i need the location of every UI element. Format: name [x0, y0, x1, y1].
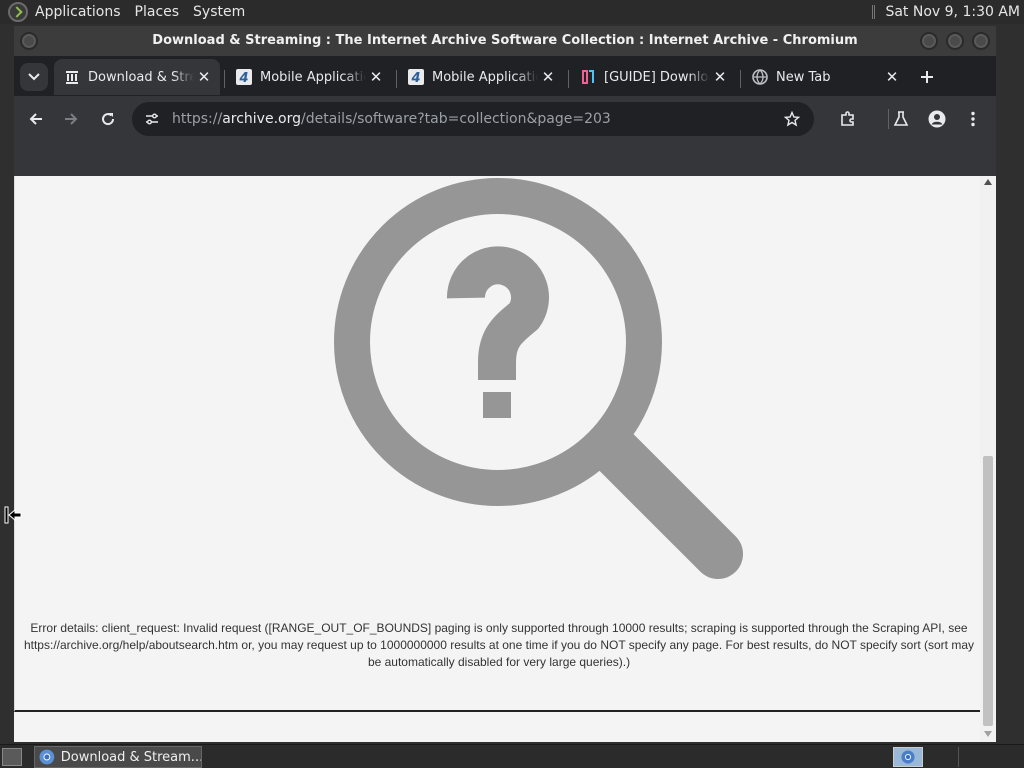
tab-divider	[568, 70, 569, 88]
avatar-icon	[928, 110, 946, 128]
svg-text:4: 4	[238, 71, 248, 85]
scroll-up-arrow[interactable]	[984, 179, 992, 185]
clock[interactable]: Sat Nov 9, 1:30 AM	[872, 0, 1020, 24]
top-panel: Applications Places System Sat Nov 9, 1:…	[0, 0, 1024, 24]
bookmark-star-icon[interactable]	[782, 109, 802, 129]
browser-toolbar: https://archive.org/details/software?tab…	[14, 96, 996, 142]
reload-icon	[102, 113, 115, 126]
tab-mobile-applications-1[interactable]: 4 Mobile Applications ✕	[226, 59, 392, 95]
show-desktop-button[interactable]	[2, 748, 22, 766]
page-bottom-area	[14, 712, 980, 742]
forward-button[interactable]	[57, 105, 85, 133]
gnome-foot-icon[interactable]	[8, 2, 28, 22]
extensions-button[interactable]	[834, 105, 862, 133]
scrollbar-thumb[interactable]	[983, 456, 993, 726]
tab-guide-download[interactable]: [GUIDE] Download ✕	[570, 59, 736, 95]
workspace-switcher[interactable]	[893, 747, 923, 767]
tab-divider	[740, 70, 741, 88]
4pda-icon: 4	[236, 69, 252, 85]
url-path: /details/software?tab=collection&page=20…	[301, 111, 611, 127]
close-tab-icon[interactable]: ✕	[538, 67, 558, 87]
archive-icon	[64, 69, 80, 85]
tab-search-button[interactable]	[20, 63, 48, 91]
4pda-icon: 4	[408, 69, 424, 85]
window-menu-button[interactable]	[20, 32, 38, 50]
close-tab-icon[interactable]: ✕	[194, 67, 214, 87]
maximize-button[interactable]	[946, 32, 964, 50]
tab-divider	[224, 70, 225, 88]
globe-icon	[752, 69, 768, 85]
tab-title: [GUIDE] Download	[604, 69, 710, 85]
guide-icon	[580, 69, 596, 85]
profile-button[interactable]	[923, 105, 951, 133]
tab-title: Mobile Applications	[432, 69, 538, 85]
tab-new-tab[interactable]: New Tab ✕	[742, 59, 908, 95]
reload-button[interactable]	[94, 105, 122, 133]
menu-places[interactable]: Places	[128, 0, 187, 24]
puzzle-icon	[841, 111, 854, 126]
url-scheme: https://	[172, 111, 223, 127]
close-tab-icon[interactable]: ✕	[710, 67, 730, 87]
menu-button[interactable]	[959, 105, 987, 133]
svg-text:4: 4	[410, 71, 420, 85]
tab-title: New Tab	[776, 69, 831, 85]
minimize-button[interactable]	[920, 32, 938, 50]
taskbar: Download & Stream...	[0, 744, 1024, 768]
site-settings-icon[interactable]	[142, 109, 162, 129]
panel-menu: Applications Places System	[28, 0, 252, 24]
magnifier-question-icon	[334, 178, 743, 579]
taskbar-item-label: Download & Stream...	[60, 749, 201, 765]
close-tab-icon[interactable]: ✕	[882, 67, 902, 87]
menu-applications[interactable]: Applications	[28, 0, 128, 24]
url-host: archive.org	[222, 111, 301, 127]
back-button[interactable]	[22, 105, 50, 133]
window-titlebar[interactable]: Download & Streaming : The Internet Arch…	[14, 26, 996, 56]
window-title: Download & Streaming : The Internet Arch…	[152, 33, 858, 48]
arrow-left-icon	[29, 113, 42, 125]
error-details: Error details: client_request: Invalid r…	[23, 621, 975, 669]
new-tab-button[interactable]	[913, 63, 941, 91]
url-text: https://archive.org/details/software?tab…	[172, 111, 611, 127]
page-content: Error details: client_request: Invalid r…	[14, 176, 980, 712]
tab-title: Mobile Applications	[260, 69, 366, 85]
address-bar[interactable]: https://archive.org/details/software?tab…	[132, 102, 814, 136]
panel-separator	[872, 5, 876, 19]
tab-download-streaming[interactable]: Download & Streaming ✕	[54, 59, 220, 95]
browser-window: Download & Streaming : The Internet Arch…	[14, 26, 996, 742]
tab-divider	[396, 70, 397, 88]
chromium-icon	[901, 750, 915, 764]
labs-button[interactable]	[887, 105, 915, 133]
vertical-scrollbar[interactable]	[980, 176, 996, 742]
chevron-down-icon	[28, 73, 40, 81]
workspace-switcher-empty[interactable]	[958, 747, 1020, 767]
arrow-right-icon	[65, 113, 78, 125]
close-window-button[interactable]	[972, 32, 990, 50]
resize-cursor-icon	[4, 506, 22, 524]
tab-title: Download & Streaming	[88, 69, 194, 85]
flask-icon	[893, 111, 909, 126]
tab-mobile-applications-2[interactable]: 4 Mobile Applications ✕	[398, 59, 564, 95]
menu-system[interactable]: System	[186, 0, 252, 24]
chromium-icon	[39, 749, 55, 765]
tab-strip: Download & Streaming ✕ 4 Mobile Applicat…	[14, 56, 996, 96]
taskbar-item-chromium[interactable]: Download & Stream...	[34, 746, 202, 768]
scroll-down-arrow[interactable]	[984, 731, 992, 737]
kebab-menu-icon	[971, 111, 975, 127]
close-tab-icon[interactable]: ✕	[366, 67, 386, 87]
plus-icon	[921, 71, 933, 83]
clock-text: Sat Nov 9, 1:30 AM	[885, 4, 1020, 20]
